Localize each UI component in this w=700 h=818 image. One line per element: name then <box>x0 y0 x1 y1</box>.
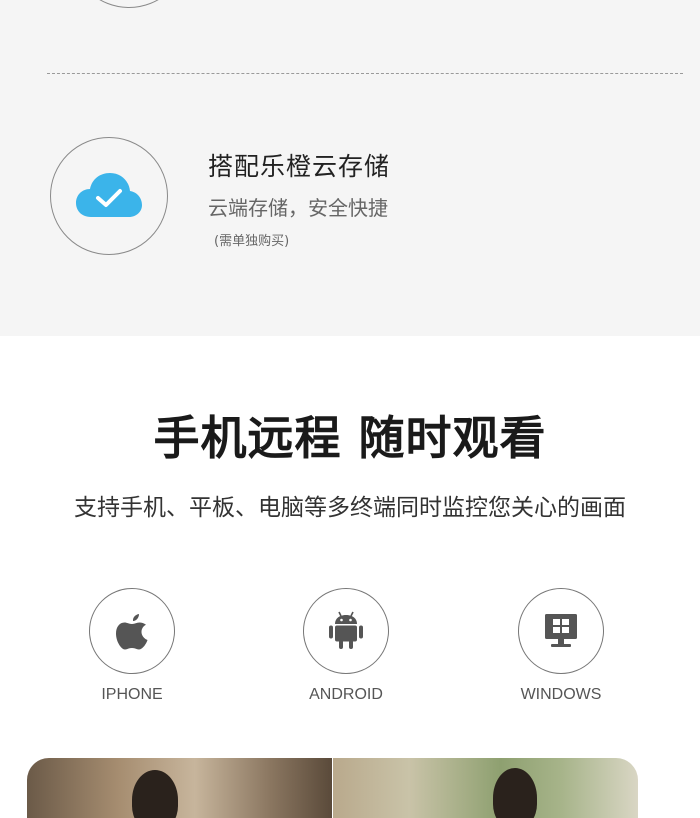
platform-label-windows: WINDOWS <box>520 686 602 703</box>
person-head <box>132 770 178 818</box>
dashed-divider <box>47 73 683 74</box>
android-icon-circle <box>303 588 389 674</box>
apple-icon <box>116 614 148 650</box>
windows-pc-icon <box>545 614 577 647</box>
platform-label-android: ANDROID <box>309 686 383 703</box>
usage-photo-strip <box>27 758 638 818</box>
person-head <box>493 768 537 818</box>
cloud-storage-section: 搭配乐橙云存储 云端存储，安全快捷 (需单独购买) <box>0 0 700 336</box>
platform-android: ANDROID <box>276 588 416 704</box>
iphone-icon-circle <box>89 588 175 674</box>
feature-subtitle: 云端存储，安全快捷 <box>208 196 388 220</box>
feature-title: 搭配乐橙云存储 <box>208 152 391 181</box>
previous-feature-icon-circle <box>70 0 188 8</box>
platform-iphone: IPHONE <box>62 588 202 704</box>
android-icon <box>329 611 363 649</box>
cloud-icon-circle <box>50 137 168 255</box>
cloud-check-icon <box>76 173 142 217</box>
photo-right-person <box>333 758 638 818</box>
remote-view-description: 支持手机、平板、电脑等多终端同时监控您关心的画面 <box>74 495 626 521</box>
platform-label-iphone: IPHONE <box>101 686 163 703</box>
windows-icon-circle <box>518 588 604 674</box>
platform-windows: WINDOWS <box>491 588 631 704</box>
remote-view-heading: 手机远程 随时观看 <box>153 411 547 465</box>
photo-left-couple <box>27 758 332 818</box>
feature-note: (需单独购买) <box>214 234 290 249</box>
